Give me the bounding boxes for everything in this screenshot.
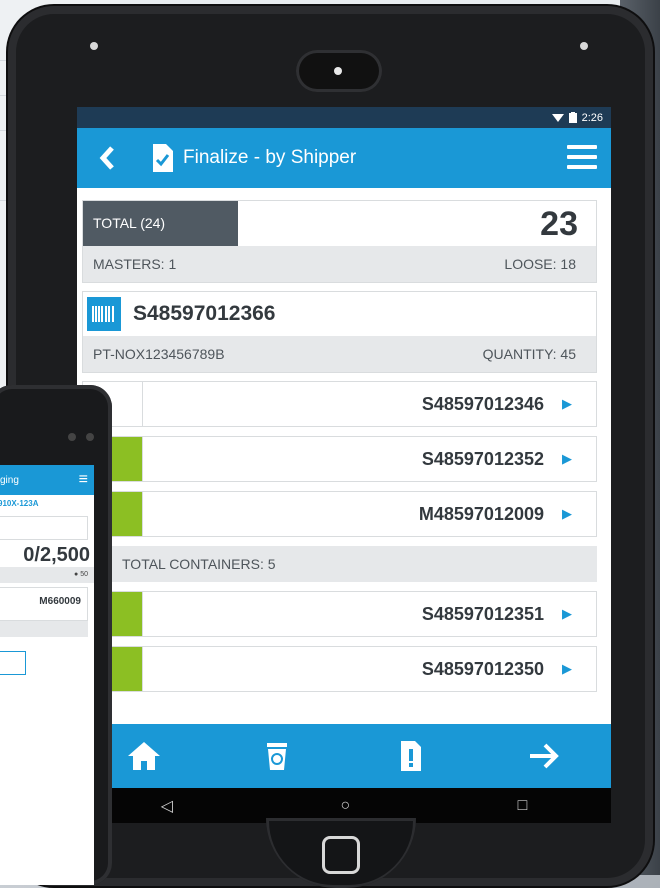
chevron-right-icon: ▶ (562, 661, 572, 676)
part-number: PT-NOX123456789B (93, 346, 225, 362)
page-title: Finalize - by Shipper (183, 147, 357, 168)
home-button[interactable] (124, 736, 164, 776)
main-content: TOTAL (24) 23 MASTERS: 1 LOOSE: 18 S4859… (77, 188, 611, 692)
item-list-top: S48597012346 ▶ S48597012352 ▶ M48597012009 ▶ (82, 381, 597, 537)
chevron-right-icon: ▶ (562, 451, 572, 466)
container-item-row[interactable]: S48597012352 ▶ (82, 436, 597, 482)
home-button-housing (266, 818, 416, 888)
chevron-right-icon: ▶ (562, 606, 572, 621)
item-list-bottom: S48597012351 ▶ S48597012350 ▶ (82, 591, 597, 692)
barcode-icon (87, 297, 121, 331)
item-code: S48597012352 (421, 448, 544, 469)
status-time: 2:26 (581, 111, 603, 124)
case-screw-icon (580, 42, 588, 50)
masters-count: MASTERS: 1 (93, 256, 177, 272)
phone-box-icon: ● (74, 571, 79, 578)
phone-screen: ging ≡ 910X-123A 0/2,500 ● 50 M660009 (0, 465, 94, 885)
android-back-button[interactable]: ◁ (161, 796, 173, 816)
item-code: S48597012351 (421, 603, 544, 624)
chevron-right-icon: ▶ (562, 396, 572, 411)
battery-icon (568, 112, 577, 123)
next-button[interactable] (524, 736, 564, 776)
container-item-row[interactable]: M48597012009 ▶ (82, 491, 597, 537)
arrow-right-icon (530, 743, 560, 769)
android-recent-button[interactable]: □ (518, 797, 528, 815)
bottom-nav (77, 724, 611, 788)
phone-subtitle: 910X-123A (0, 499, 39, 508)
container-item-row[interactable]: S48597012351 ▶ (82, 591, 597, 637)
phone-code[interactable]: M660009 (0, 587, 88, 621)
status-bar: 2:26 (77, 107, 611, 128)
case-screw-icon (90, 42, 98, 50)
phone-sensor-icon (86, 433, 94, 441)
item-code: S48597012350 (421, 658, 544, 679)
total-value: 23 (540, 205, 578, 243)
handheld-phone: ging ≡ 910X-123A 0/2,500 ● 50 M660009 (0, 385, 112, 885)
item-code: S48597012346 (421, 393, 544, 414)
total-label: TOTAL (24) (83, 201, 238, 246)
shipment-barcode: S48597012366 (133, 302, 276, 325)
chevron-left-icon (99, 146, 114, 170)
app-header: Finalize - by Shipper (77, 128, 611, 188)
back-button[interactable] (85, 128, 129, 188)
camera-housing (296, 50, 382, 92)
android-home-button[interactable]: ○ (340, 797, 350, 815)
phone-input-box (0, 516, 88, 540)
loose-count: LOOSE: 18 (504, 256, 576, 272)
item-code: M48597012009 (418, 503, 544, 524)
container-item-row[interactable]: S48597012350 ▶ (82, 646, 597, 692)
shipment-card[interactable]: S48597012366 PT-NOX123456789B QUANTITY: … (82, 291, 597, 373)
phone-text-input[interactable] (0, 651, 26, 675)
chevron-right-icon: ▶ (562, 506, 572, 521)
recycle-bin-button[interactable] (257, 736, 297, 776)
hamburger-menu-icon (567, 145, 597, 149)
total-containers: TOTAL CONTAINERS: 5 (82, 546, 597, 582)
hardware-home-key[interactable] (322, 836, 360, 874)
wifi-icon (551, 113, 564, 122)
phone-small-count: 50 (80, 571, 88, 578)
camera-icon (334, 67, 342, 75)
clipboard-check-icon (153, 144, 173, 172)
phone-menu-icon[interactable]: ≡ (79, 471, 88, 489)
container-item-row[interactable]: S48597012346 ▶ (82, 381, 597, 427)
alert-document-icon (400, 741, 421, 771)
recycle-bin-icon (267, 743, 288, 770)
phone-sensor-icon (68, 433, 76, 441)
summary-card: TOTAL (24) 23 MASTERS: 1 LOOSE: 18 (82, 200, 597, 283)
home-icon (127, 742, 160, 770)
quantity: QUANTITY: 45 (482, 346, 576, 362)
phone-title: ging (0, 474, 19, 486)
menu-button[interactable] (567, 145, 597, 171)
tablet-screen: 2:26 Finalize - by Shipper TOTAL (24) 23 (77, 107, 611, 823)
alert-document-button[interactable] (391, 736, 431, 776)
phone-count: 0/2,500 (23, 544, 90, 566)
